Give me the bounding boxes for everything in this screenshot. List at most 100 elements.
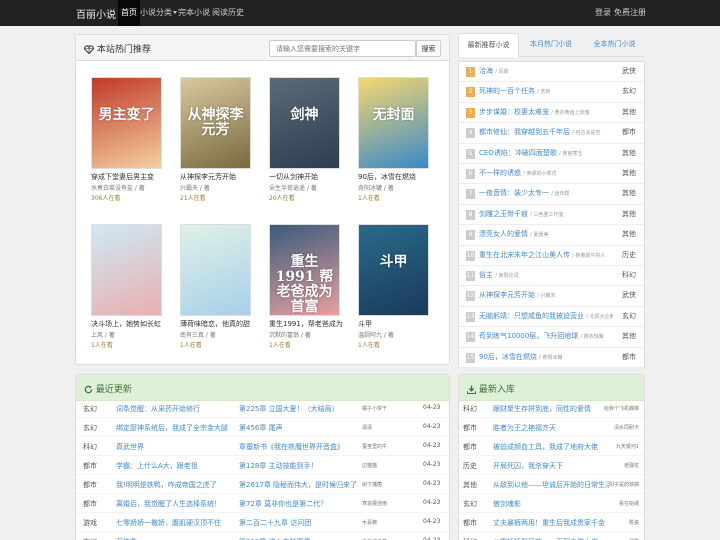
tab-latest-recommended[interactable]: 最新推荐小说 xyxy=(458,33,519,57)
rank-item-title[interactable]: 一夜音情：装少太专一 / 逍布帮 xyxy=(479,188,570,198)
nav-history[interactable]: 阅读历史 xyxy=(212,0,244,26)
rank-item-title[interactable]: 都市修仙：我穿越到五千年后 / 自古会是空 xyxy=(479,127,601,137)
book-cover[interactable]: 从神探李元芳 xyxy=(180,77,251,169)
rank-item[interactable]: 14 苟到练气10000层，飞升回地球 / 狮衣惊翼 其他 xyxy=(459,327,644,348)
newbook-title[interactable]: 开局死囚，我杀穿天下 xyxy=(493,461,609,471)
book-cover[interactable]: 剑神 xyxy=(269,77,340,169)
rank-item-title[interactable]: 重生在北宋末年之江山美人传 / 碗着蜗牛的人 xyxy=(479,250,606,260)
rank-item[interactable]: 10 重生在北宋末年之江山美人传 / 碗着蜗牛的人 历史 xyxy=(459,246,644,266)
update-book-title[interactable]: 绑定厨神系统后，我成了全宗金大腿 xyxy=(116,423,228,433)
rank-item[interactable]: 12 从神探李元芳开始 / 兴霸天 武侠 xyxy=(459,286,644,307)
book-cover[interactable]: 无封面 xyxy=(358,77,429,169)
rank-item-title[interactable]: 洽海 / 凤歌 xyxy=(479,66,509,76)
rank-item[interactable]: 1 洽海 / 凤歌 武侠 xyxy=(459,62,644,83)
rank-item-genre: 玄幻 xyxy=(622,311,636,320)
search-button[interactable]: 搜索 xyxy=(416,40,441,57)
site-logo[interactable]: 百丽小说 xyxy=(76,6,116,21)
update-chapter[interactable]: 第二百二十九章 访问团 xyxy=(239,518,311,528)
update-genre: 科幻 xyxy=(83,443,97,451)
rank-item[interactable]: 6 不一样的诱惑 / 卖梁的小菜花 其他 xyxy=(459,164,644,185)
rank-item-title[interactable]: 不一样的诱惑 / 卖梁的小菜花 xyxy=(479,168,557,178)
newbook-title[interactable]: 胜者为王之艳福齐天 xyxy=(493,423,609,433)
update-chapter[interactable]: 第128章 主动技能到手！ xyxy=(239,461,318,471)
book-card[interactable]: 从神探李元芳 从神探李元芳开始 兴霸天 / 著 21人在看 xyxy=(173,69,259,213)
rank-item[interactable]: 5 CEO诱陷：冲破四面楚歌 / 南宫寒玉 其他 xyxy=(459,144,644,164)
update-chapter[interactable]: 第2617章 隐秘而伟大，是时候归来了 xyxy=(239,480,357,490)
book-cover[interactable]: 斗甲 xyxy=(358,224,429,316)
book-card[interactable]: 剑神 一切从剑神开始 朵生半荷逍遥 / 著 20人在看 xyxy=(262,69,348,213)
rank-number-badge: 6 xyxy=(466,169,475,179)
update-chapter[interactable]: 第72章 莫非你也是第二代？ xyxy=(239,499,327,509)
rank-item-title[interactable]: 从神探李元芳开始 / 兴霸天 xyxy=(479,290,556,300)
rank-item-genre: 其他 xyxy=(622,189,636,198)
book-title[interactable]: 一切从剑神开始 xyxy=(269,172,343,182)
rank-author-name: 狮衣惊翼 xyxy=(583,334,604,341)
update-book-title[interactable]: 离婚后，我觉醒了人生选择系统！ xyxy=(116,499,221,509)
update-book-title[interactable]: 学霸：上什么A大，跟老祖 xyxy=(116,461,198,471)
update-book-title[interactable]: 七零娇娇一撒娇，腹肌硬汉顶不住 xyxy=(116,518,221,528)
nav-home[interactable]: 首页 xyxy=(118,0,140,26)
book-title[interactable]: 斗甲 xyxy=(358,319,432,329)
book-card[interactable]: 无封面 90后，冰雪在燃烧 奇阳冰罐 / 著 1人在看 xyxy=(351,69,437,213)
rank-item-title[interactable]: 死神的一百个任务 / 苦斩 xyxy=(479,86,551,96)
book-card[interactable]: 薄荷味暗恋，他真的甜 南有三真 / 著 1人在看 xyxy=(173,216,259,360)
book-title[interactable]: 重生1991，帮老爸成为首富 xyxy=(269,319,343,329)
update-book-title[interactable]: 真武世界 xyxy=(116,442,144,452)
rank-title-text: 重生在北宋末年之江山美人传 xyxy=(479,250,570,259)
newbook-title[interactable]: 从敌到以他——坦诚后开始的日常生活 xyxy=(493,480,609,490)
book-title[interactable]: 从神探李元芳开始 xyxy=(180,172,254,182)
rank-item-genre: 其他 xyxy=(622,209,636,218)
rank-item-genre: 都市 xyxy=(622,128,636,137)
rank-item[interactable]: 9 漂亮女人的爱情 / 夏媛美 其他 xyxy=(459,225,644,246)
update-chapter[interactable]: 第456章 尾声 xyxy=(239,423,283,433)
book-title[interactable]: 薄荷味暗恋，他真的甜 xyxy=(180,319,254,329)
update-chapter[interactable]: 章蚕新书《我在铁魔世界开音盒》 xyxy=(239,442,344,452)
update-book-title[interactable]: 词条觉醒：从采药开始修行 xyxy=(116,404,200,414)
update-chapter[interactable]: 第225章 立国大夏！（大结局） xyxy=(239,404,339,414)
rank-author-name: 自古会是空 xyxy=(575,130,601,137)
rank-item[interactable]: 15 90后，冰雪在燃烧 / 奇阳冰罐 都市 xyxy=(459,348,644,368)
book-title[interactable]: 决斗场上，她势如长虹 xyxy=(91,319,165,329)
rank-item[interactable]: 7 一夜音情：装少太专一 / 逍布帮 其他 xyxy=(459,184,644,205)
book-title[interactable]: 90后，冰雪在燃烧 xyxy=(358,172,432,182)
book-cover[interactable]: 男主变了 xyxy=(91,77,162,169)
nav-completed[interactable]: 完本小说 xyxy=(178,0,210,26)
rank-item-title[interactable]: 苟到练气10000层，飞升回地球 / 狮衣惊翼 xyxy=(479,331,604,341)
book-card[interactable]: 决斗场上，她势如长虹 上风 / 著 1人在看 xyxy=(84,216,170,360)
rank-item-title[interactable]: 90后，冰雪在燃烧 / 奇阳冰罐 xyxy=(479,352,562,362)
update-row: 游戏 七零娇娇一撒娇，腹肌硬汉顶不住 第二百二十九章 访问团 木喜薇 04-23 xyxy=(76,513,449,532)
update-author: 潇潇 xyxy=(362,425,373,431)
nav-categories[interactable]: 小说分类 xyxy=(140,0,177,26)
rank-item-title[interactable]: 俗主 / 南阳论词 xyxy=(479,270,519,280)
rank-item-title[interactable]: 步步谋婚：校妻太难宠 / 黄衣黄逍上玫瑰 xyxy=(479,107,590,117)
book-cover[interactable] xyxy=(180,224,251,316)
book-cover[interactable]: 重生1991 帮老爸成为首富 xyxy=(269,224,340,316)
login-link[interactable]: 登录 xyxy=(595,0,611,26)
rank-item-title[interactable]: 无脑躬靖：只想咸鱼的我被迫营业 / 北辰大企鹅 xyxy=(479,311,613,321)
newbook-author: 看在始城 xyxy=(618,501,639,507)
newbook-title[interactable]: 跟财聚生存拼到底，同性的爱情 xyxy=(493,404,609,414)
register-link[interactable]: 免费注册 xyxy=(614,0,646,26)
newbook-title[interactable]: 被迫成频血工具，我成了地府大佬 xyxy=(493,442,609,452)
rank-item-title[interactable]: 漂亮女人的爱情 / 夏媛美 xyxy=(479,229,549,239)
tab-complete-hot[interactable]: 全本热门小说 xyxy=(584,33,645,57)
rank-item[interactable]: 11 俗主 / 南阳论词 科幻 xyxy=(459,266,644,287)
book-card[interactable]: 男主变了 穿成下堂妻后男主变 水煮白菜没有盐 / 著 306人在看 xyxy=(84,69,170,213)
rank-item[interactable]: 3 步步谋婚：校妻太难宠 / 黄衣黄逍上玫瑰 其他 xyxy=(459,103,644,124)
tab-monthly-hot[interactable]: 本月热门小说 xyxy=(520,33,582,57)
book-card[interactable]: 斗甲 斗甲 温厨阿九 / 著 1人在看 xyxy=(351,216,437,360)
book-title[interactable]: 穿成下堂妻后男主变 xyxy=(91,172,165,182)
rank-item-title[interactable]: CEO诱陷：冲破四面楚歌 / 南宫寒玉 xyxy=(479,148,582,158)
update-book-title[interactable]: 我!明明是铁鸭，咋成帝国之虎了 xyxy=(116,480,217,490)
newbook-title[interactable]: 丈夫暴裤两用！重生后我成贵家千金 xyxy=(493,518,609,528)
book-readers: 1人在看 xyxy=(358,195,380,202)
search-input[interactable] xyxy=(269,40,416,57)
rank-item[interactable]: 8 剑雕之玉骨千痕 / 三色重工作室 其他 xyxy=(459,205,644,226)
rank-item[interactable]: 4 都市修仙：我穿越到五千年后 / 自古会是空 都市 xyxy=(459,123,644,144)
book-card[interactable]: 重生1991 帮老爸成为首富重生1991，帮老爸成为首富沉默的富翁 / 著 1人在… xyxy=(262,216,348,360)
rank-item[interactable]: 13 无脑躬靖：只想咸鱼的我被迫营业 / 北辰大企鹅 玄幻 xyxy=(459,307,644,328)
newbook-title[interactable]: 傲剑魂影 xyxy=(493,499,609,509)
rank-item[interactable]: 2 死神的一百个任务 / 苦斩 玄幻 xyxy=(459,82,644,103)
rank-item-title[interactable]: 剑雕之玉骨千痕 / 三色重工作室 xyxy=(479,209,564,219)
book-cover[interactable] xyxy=(91,224,162,316)
